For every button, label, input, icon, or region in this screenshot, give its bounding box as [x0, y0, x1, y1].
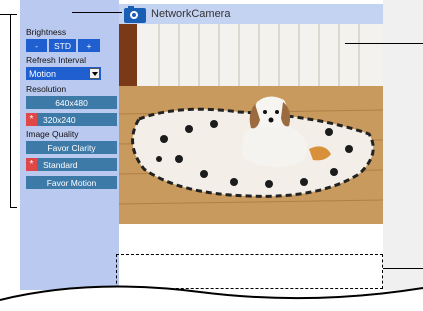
message-callout-line	[383, 268, 423, 269]
camera-icon[interactable]	[124, 6, 146, 23]
standard-quality-button[interactable]: * Standard	[26, 158, 117, 171]
brightness-increase-button[interactable]: +	[78, 39, 100, 52]
camera-name-callout-line	[72, 12, 122, 13]
page-break-wave	[0, 285, 423, 311]
sidebar-callout-line	[0, 14, 10, 15]
favor-motion-button[interactable]: Favor Motion	[26, 176, 117, 189]
resolution-320-button[interactable]: * 320x240	[26, 113, 117, 126]
image-callout-line	[345, 43, 423, 44]
refresh-interval-value: Motion	[29, 68, 57, 79]
standard-quality-label: Standard	[43, 159, 78, 170]
camera-image	[119, 24, 383, 224]
sidebar-callout-bracket	[10, 14, 17, 208]
chevron-down-icon[interactable]	[89, 68, 100, 79]
image-quality-label: Image Quality	[26, 129, 79, 139]
camera-image-graphic	[119, 24, 383, 224]
resolution-label: Resolution	[26, 84, 67, 94]
refresh-interval-select[interactable]: Motion	[26, 67, 101, 80]
brightness-decrease-button[interactable]: -	[26, 39, 47, 52]
selected-marker-icon: *	[26, 158, 37, 171]
refresh-interval-label: Refresh Interval	[26, 55, 86, 65]
brightness-label: Brightness	[26, 27, 67, 37]
selected-marker-icon: *	[26, 113, 37, 126]
resolution-640-button[interactable]: 640x480	[26, 96, 117, 109]
brightness-standard-button[interactable]: STD	[49, 39, 76, 52]
favor-clarity-button[interactable]: Favor Clarity	[26, 141, 117, 154]
camera-name: NetworkCamera	[151, 8, 231, 20]
resolution-320-label: 320x240	[43, 114, 76, 125]
